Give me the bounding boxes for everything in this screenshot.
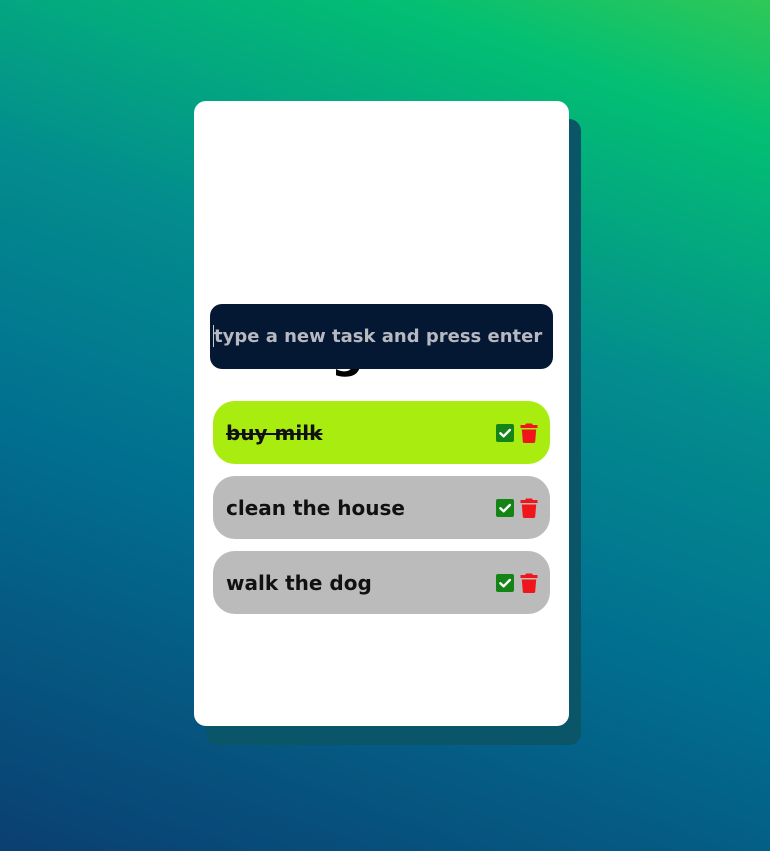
task-actions <box>496 423 538 443</box>
task-item-clean-the-house: clean the house <box>213 476 550 539</box>
check-square-icon[interactable] <box>496 423 514 442</box>
check-square-icon[interactable] <box>496 573 514 592</box>
trash-icon[interactable] <box>520 573 538 593</box>
task-item-walk-the-dog: walk the dog <box>213 551 550 614</box>
new-task-input[interactable] <box>210 304 553 369</box>
trash-icon[interactable] <box>520 423 538 443</box>
task-item-buy-milk: buy milk <box>213 401 550 464</box>
task-label: walk the dog <box>226 570 372 595</box>
task-actions <box>496 573 538 593</box>
check-square-icon[interactable] <box>496 498 514 517</box>
trash-icon[interactable] <box>520 498 538 518</box>
task-label: clean the house <box>226 495 405 520</box>
task-actions <box>496 498 538 518</box>
text-caret <box>213 325 214 347</box>
task-label: buy milk <box>226 420 323 445</box>
todo-card: things to do buy milk clean the house <box>194 101 569 726</box>
